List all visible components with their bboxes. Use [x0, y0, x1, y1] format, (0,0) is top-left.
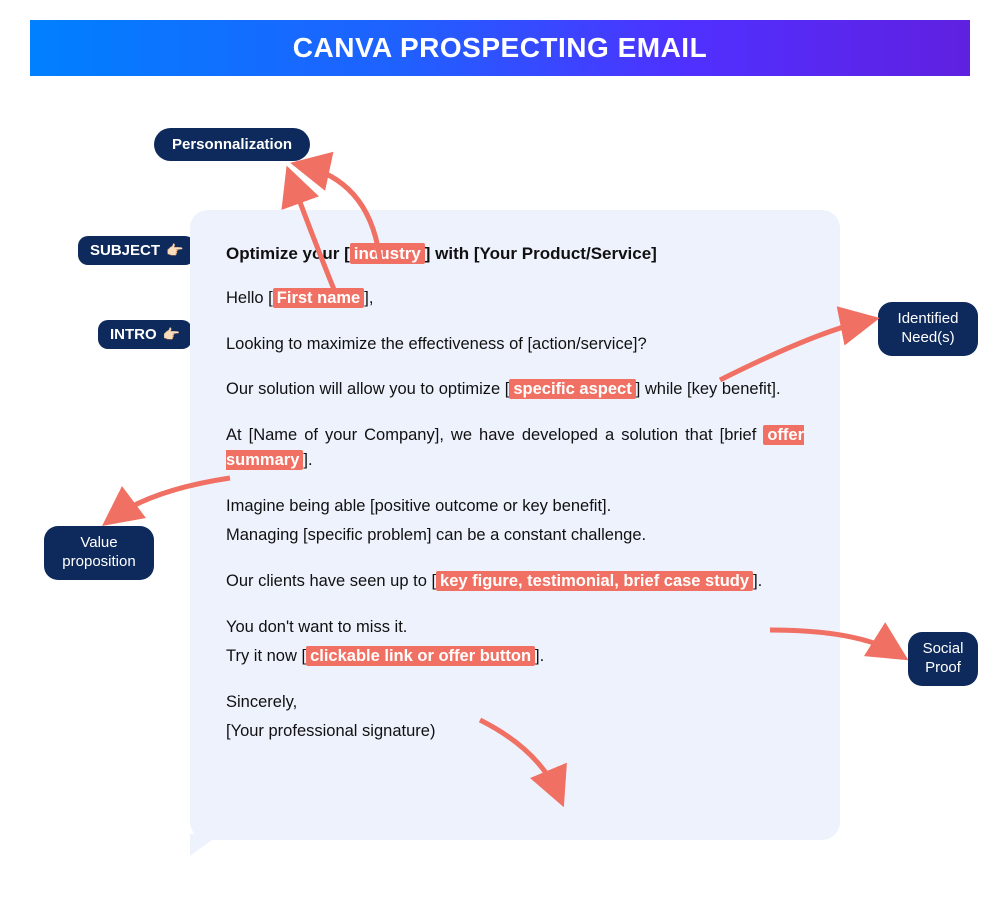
- email-managing-line: Managing [specific problem] can be a con…: [226, 523, 804, 549]
- text: ].: [753, 572, 762, 590]
- email-try-line: Try it now [clickable link or offer butt…: [226, 644, 804, 670]
- hl-specific-aspect: specific aspect: [509, 379, 635, 399]
- email-imagine-line: Imagine being able [positive outcome or …: [226, 494, 804, 520]
- email-intro-line: Looking to maximize the effectiveness of…: [226, 332, 804, 358]
- email-subject: Optimize your [industry] with [Your Prod…: [226, 244, 804, 264]
- text: ] while [key benefit].: [636, 380, 781, 398]
- hl-industry: industry: [350, 243, 425, 264]
- hl-first-name: First name: [273, 288, 364, 308]
- label-value-proposition: Valueproposition: [44, 526, 154, 580]
- pointer-icon: 👉🏻: [163, 326, 180, 343]
- label-subject: SUBJECT 👉🏻: [78, 236, 195, 265]
- email-miss-line: You don't want to miss it.: [226, 615, 804, 641]
- label-intro-text: INTRO: [110, 326, 157, 343]
- pointer-icon: 👉🏻: [166, 242, 183, 259]
- email-greeting: Hello [First name],: [226, 286, 804, 312]
- text: ] with [Your Product/Service]: [425, 244, 657, 263]
- text: At [Name of your Company], we have devel…: [226, 426, 763, 444]
- text: ],: [364, 289, 373, 307]
- label-value-proposition-text: Valueproposition: [62, 534, 135, 570]
- text: Our clients have seen up to [: [226, 572, 436, 590]
- label-social-proof: SocialProof: [908, 632, 978, 686]
- email-signoff-1: Sincerely,: [226, 690, 804, 716]
- label-personalization: Personnalization: [154, 128, 310, 161]
- label-subject-text: SUBJECT: [90, 242, 160, 259]
- email-card: Optimize your [industry] with [Your Prod…: [190, 210, 840, 840]
- email-clients-line: Our clients have seen up to [key figure,…: [226, 569, 804, 595]
- text: Try it now [: [226, 647, 306, 665]
- page-title: CANVA PROSPECTING EMAIL: [293, 32, 707, 64]
- text: ].: [303, 451, 312, 469]
- email-solution-line: Our solution will allow you to optimize …: [226, 377, 804, 403]
- label-identified-needs-text: IdentifiedNeed(s): [898, 310, 959, 346]
- text: ].: [535, 647, 544, 665]
- email-signoff-2: [Your professional signature): [226, 719, 804, 745]
- hl-cta-link: clickable link or offer button: [306, 646, 535, 666]
- text: Hello [: [226, 289, 273, 307]
- label-social-proof-text: SocialProof: [923, 640, 964, 676]
- label-intro: INTRO 👉🏻: [98, 320, 192, 349]
- title-banner: CANVA PROSPECTING EMAIL: [30, 20, 970, 76]
- email-company-line: At [Name of your Company], we have devel…: [226, 423, 804, 474]
- label-identified-needs: IdentifiedNeed(s): [878, 302, 978, 356]
- text: Optimize your [: [226, 244, 350, 263]
- text: Our solution will allow you to optimize …: [226, 380, 509, 398]
- hl-key-figure: key figure, testimonial, brief case stud…: [436, 571, 753, 591]
